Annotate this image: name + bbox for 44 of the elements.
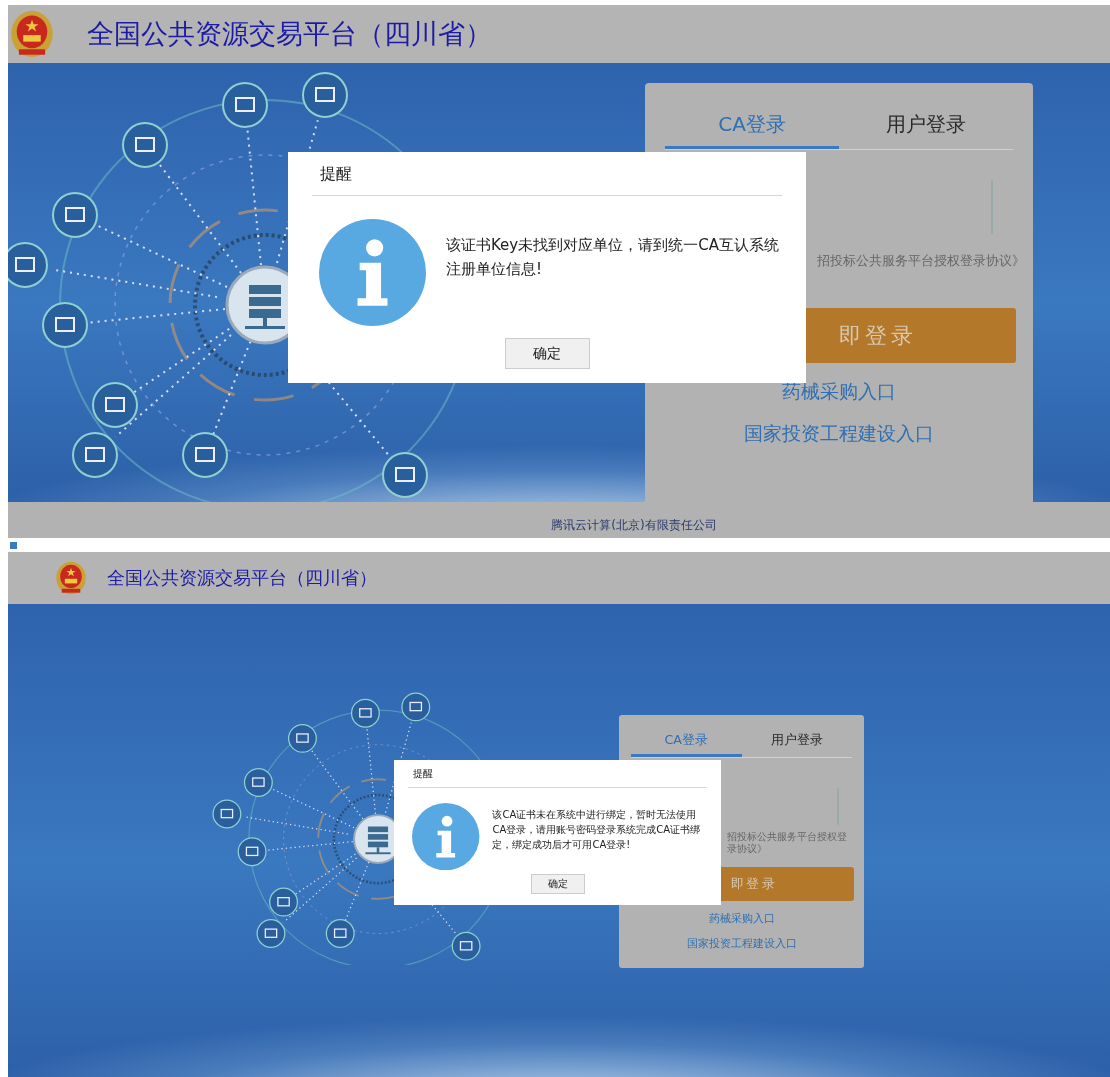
site-title: 全国公共资源交易平台（四川省） [107, 566, 377, 590]
device-node-icon [122, 122, 168, 168]
device-node-icon [237, 837, 267, 867]
agreement-link[interactable]: 招投标公共服务平台授权登录协议》 [817, 252, 1025, 270]
entry-link[interactable]: 国家投资工程建设入口 [686, 936, 797, 952]
device-node-icon [256, 919, 286, 948]
device-node-icon [243, 767, 273, 797]
device-node-icon [269, 887, 299, 917]
entry-link[interactable]: 国家投资工程建设入口 [744, 421, 934, 447]
login-tab[interactable]: 用户登录 [741, 727, 852, 758]
footer-text: 腾讯云计算(北京)有限责任公司 [551, 517, 717, 534]
dialog-title: 提醒 [312, 164, 782, 196]
dialog-message: 该CA证书未在系统中进行绑定，暂时无法使用CA登录，请用账号密码登录系统完成CA证书绑定，绑定成功后才可用CA登录! [492, 808, 702, 852]
info-icon [319, 219, 426, 326]
page-icon [10, 541, 17, 549]
agreement-link[interactable]: 招投标公共服务平台授权登录协议》 [727, 831, 852, 856]
device-node-icon [325, 919, 355, 948]
device-node-icon [42, 302, 88, 348]
device-node-icon [401, 692, 431, 722]
device-node-icon [350, 698, 380, 728]
device-node-icon [222, 82, 268, 128]
device-node-icon [92, 382, 138, 428]
confirm-button[interactable]: 确定 [530, 874, 585, 895]
emblem-icon [55, 561, 87, 595]
device-node-icon [451, 931, 481, 961]
info-icon [412, 802, 480, 871]
entry-link[interactable]: 药械采购入口 [782, 379, 896, 405]
entry-link[interactable]: 药械采购入口 [708, 911, 775, 927]
emblem-icon [10, 10, 54, 58]
device-node-icon [212, 799, 242, 829]
site-title: 全国公共资源交易平台（四川省） [87, 17, 492, 51]
login-tab[interactable]: 用户登录 [839, 103, 1013, 149]
device-node-icon [382, 452, 428, 498]
device-node-icon [8, 242, 48, 288]
confirm-button[interactable]: 确定 [504, 338, 590, 369]
login-tab[interactable]: CA登录 [665, 103, 839, 149]
device-node-icon [72, 432, 118, 478]
device-node-icon [302, 72, 348, 118]
dialog-title: 提醒 [408, 767, 707, 789]
device-node-icon [52, 192, 98, 238]
device-node-icon [287, 723, 317, 753]
device-node-icon [182, 432, 228, 478]
dialog-message: 该证书Key未找到对应单位，请到统一CA互认系统注册单位信息! [446, 234, 780, 280]
login-tab[interactable]: CA登录 [631, 727, 742, 758]
